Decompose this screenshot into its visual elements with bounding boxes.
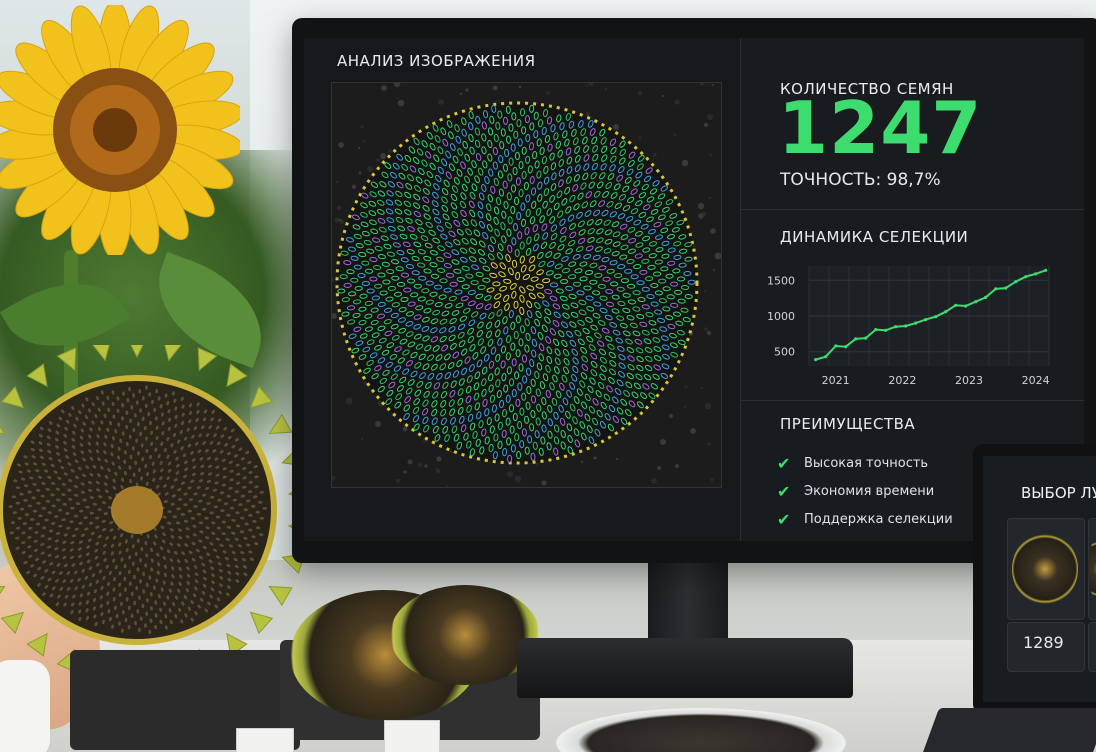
check-icon: ✔ (777, 481, 791, 501)
dynamics-line-chart: 500 1000 1500 2021 2022 2023 2024 (767, 266, 1050, 387)
data-point (824, 355, 828, 359)
data-point (944, 310, 948, 314)
x-tick-label: 2022 (888, 374, 916, 387)
laptop-title: ВЫБОР ЛУ (1021, 484, 1096, 502)
check-icon: ✔ (777, 509, 791, 529)
data-point (1014, 280, 1018, 284)
data-point (894, 325, 898, 329)
x-tick-label: 2021 (822, 374, 850, 387)
data-point (904, 324, 908, 328)
data-point (924, 318, 928, 322)
accuracy-value: ТОЧНОСТЬ: 98,7% (780, 170, 941, 190)
seed-count-value: 1247 (778, 86, 983, 170)
data-point (864, 336, 868, 340)
y-tick-label: 1000 (767, 310, 795, 323)
data-point (854, 337, 858, 341)
analysis-title: АНАЛИЗ ИЗОБРАЖЕНИЯ (337, 52, 536, 70)
data-point (844, 345, 848, 349)
data-point (834, 344, 838, 348)
data-point (954, 303, 958, 307)
monitor-stand (648, 560, 728, 650)
data-point (984, 295, 988, 299)
y-tick-label: 500 (774, 346, 795, 359)
data-point (914, 321, 918, 325)
check-icon: ✔ (777, 453, 791, 473)
advantages-list: ✔ Высокая точность ✔ Экономия времени ✔ … (777, 449, 953, 533)
laptop-keyboard (920, 708, 1096, 752)
monitor-screen: АНАЛИЗ ИЗОБРАЖЕНИЯ КОЛИЧЕСТВО СЕМЯН 1247 (304, 38, 1084, 541)
data-point (814, 358, 818, 362)
data-point (874, 328, 878, 332)
data-point (1044, 268, 1048, 272)
image-analysis-panel: АНАЛИЗ ИЗОБРАЖЕНИЯ (304, 38, 736, 541)
data-point (934, 315, 938, 319)
advantage-item: ✔ Поддержка селекции (777, 505, 953, 533)
data-point (1034, 272, 1038, 276)
advantage-label: Поддержка селекции (804, 511, 953, 527)
y-tick-label: 1500 (767, 274, 795, 287)
analysis-image[interactable] (331, 82, 722, 488)
seed-count-section: КОЛИЧЕСТВО СЕМЯН 1247 ТОЧНОСТЬ: 98,7% (741, 38, 1084, 208)
data-point (1024, 275, 1028, 279)
monitor-stand-base (517, 638, 853, 698)
x-tick-label: 2024 (1022, 374, 1050, 387)
data-point (974, 300, 978, 304)
selection-card-value-box (1088, 622, 1096, 672)
data-point (1004, 286, 1008, 290)
sunflower-thumbnail (1012, 532, 1078, 606)
advantages-title: ПРЕИМУЩЕСТВА (780, 415, 916, 433)
x-tick-label: 2023 (955, 374, 983, 387)
advantage-label: Экономия времени (804, 483, 935, 499)
label-tag (236, 728, 294, 752)
sunflower-photo (0, 0, 244, 260)
data-point (994, 287, 998, 291)
background-scene: АНАЛИЗ ИЗОБРАЖЕНИЯ КОЛИЧЕСТВО СЕМЯН 1247 (0, 0, 1096, 752)
label-tag (384, 720, 440, 752)
selection-dynamics-section: ДИНАМИКА СЕЛЕКЦИИ 500 1000 1500 2021 2022 202… (741, 209, 1084, 400)
dynamics-title: ДИНАМИКА СЕЛЕКЦИИ (780, 228, 969, 246)
data-point (964, 304, 968, 308)
card-value: 1289 (1023, 633, 1064, 652)
sunflower-seed-head (0, 336, 311, 684)
advantage-item: ✔ Высокая точность (777, 449, 953, 477)
advantage-label: Высокая точность (804, 455, 929, 471)
advantage-item: ✔ Экономия времени (777, 477, 953, 505)
data-point (884, 328, 888, 332)
